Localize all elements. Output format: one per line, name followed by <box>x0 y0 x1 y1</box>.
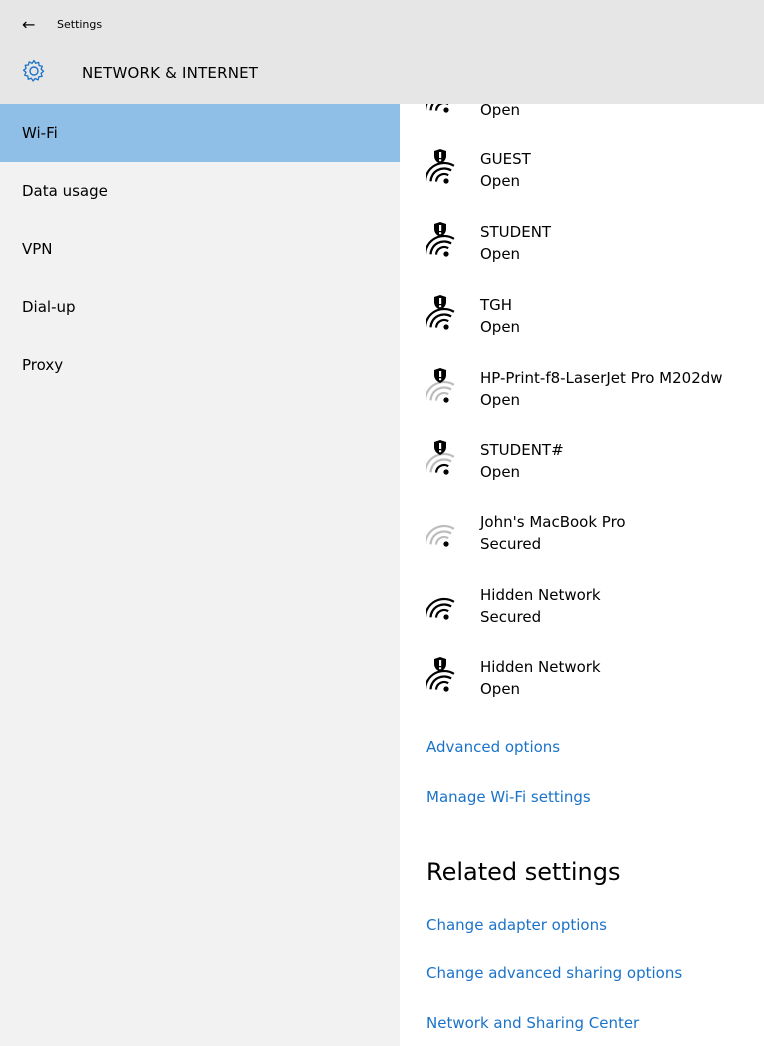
wifi-signal-shield-icon <box>426 295 455 330</box>
network-item-partial[interactable]: Open <box>426 104 764 136</box>
wifi-signal-shield-icon <box>426 222 455 257</box>
sidebar-item-dial-up[interactable]: Dial-up <box>0 278 400 336</box>
related-settings-heading: Related settings <box>426 858 621 886</box>
wifi-signal-shield-icon <box>426 657 455 692</box>
network-item[interactable]: Hidden Network Secured <box>426 583 764 643</box>
network-status: Open <box>480 680 521 698</box>
wifi-signal-shield-icon <box>426 440 455 475</box>
network-status: Open <box>480 463 521 481</box>
change-advanced-sharing-options-link[interactable]: Change advanced sharing options <box>426 964 682 982</box>
wifi-signal-icon <box>426 597 455 620</box>
sidebar-item-proxy[interactable]: Proxy <box>0 336 400 394</box>
network-item[interactable]: John's MacBook Pro Secured <box>426 510 764 570</box>
sidebar-item-data-usage[interactable]: Data usage <box>0 162 400 220</box>
advanced-options-link[interactable]: Advanced options <box>426 738 560 756</box>
wifi-signal-shield-icon <box>426 149 455 184</box>
network-name: Hidden Network <box>480 586 601 604</box>
sidebar: Wi-Fi Data usage VPN Dial-up Proxy <box>0 104 400 1046</box>
network-name: John's MacBook Pro <box>480 513 626 531</box>
gear-icon <box>22 59 45 82</box>
network-status: Open <box>480 318 521 336</box>
network-item[interactable]: STUDENT# Open <box>426 438 764 498</box>
wifi-signal-icon <box>426 104 449 113</box>
network-status: Secured <box>480 608 542 626</box>
network-name: HP-Print-f8-LaserJet Pro M202dw <box>480 369 723 387</box>
wifi-signal-shield-icon <box>426 368 455 403</box>
change-adapter-options-link[interactable]: Change adapter options <box>426 916 607 934</box>
page-title: NETWORK & INTERNET <box>82 64 259 82</box>
network-item[interactable]: STUDENT Open <box>426 220 764 280</box>
network-status: Open <box>480 172 521 190</box>
network-name: STUDENT <box>480 223 552 241</box>
network-status: Secured <box>480 535 542 553</box>
network-name: STUDENT# <box>480 441 564 459</box>
network-item[interactable]: Hidden Network Open <box>426 655 764 715</box>
manage-wifi-settings-link[interactable]: Manage Wi-Fi settings <box>426 788 591 806</box>
network-name: GUEST <box>480 150 531 168</box>
app-title: Settings <box>57 18 103 31</box>
back-arrow-icon[interactable]: ← <box>22 15 42 35</box>
page-header: NETWORK & INTERNET <box>0 55 764 95</box>
wifi-signal-icon <box>426 524 455 547</box>
network-status: Open <box>480 245 521 263</box>
network-name: Hidden Network <box>480 658 601 676</box>
network-item[interactable]: HP-Print-f8-LaserJet Pro M202dw Open <box>426 366 764 426</box>
network-status: Open <box>480 104 521 119</box>
network-item[interactable]: TGH Open <box>426 293 764 353</box>
sidebar-item-vpn[interactable]: VPN <box>0 220 400 278</box>
network-item[interactable]: GUEST Open <box>426 147 764 207</box>
sidebar-item-wifi[interactable]: Wi-Fi <box>0 104 400 162</box>
network-and-sharing-center-link[interactable]: Network and Sharing Center <box>426 1014 639 1032</box>
network-status: Open <box>480 391 521 409</box>
wifi-network-list: Open GUEST Open STUDENT Open TGH Open HP… <box>400 104 764 1046</box>
network-name: TGH <box>480 296 513 314</box>
title-bar: ← Settings NETWORK & INTERNET <box>0 0 764 104</box>
